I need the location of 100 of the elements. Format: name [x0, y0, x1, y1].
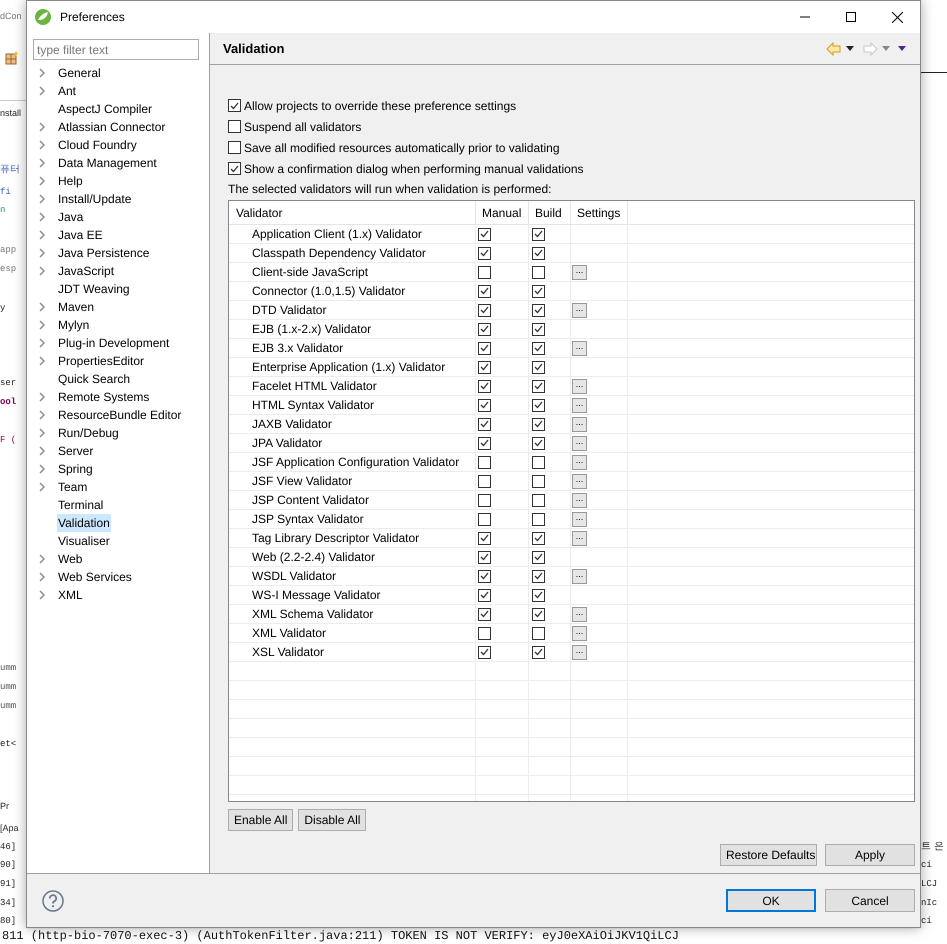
checkbox[interactable]	[532, 246, 545, 260]
tree-item[interactable]: Java EE	[57, 226, 104, 244]
checkbox[interactable]	[532, 266, 545, 278]
settings-button[interactable]: ...	[572, 398, 587, 412]
chevron-icon[interactable]	[39, 572, 46, 582]
tree-item[interactable]: Help	[57, 172, 84, 190]
page-button[interactable]: Apply	[825, 844, 915, 866]
tree-item[interactable]: Remote Systems	[57, 388, 150, 406]
settings-button[interactable]: ...	[572, 378, 587, 394]
checkbox[interactable]	[478, 626, 491, 640]
tree-item[interactable]: Web	[57, 550, 84, 568]
checkbox[interactable]	[478, 304, 491, 316]
tree-item[interactable]: Plug-in Development	[57, 334, 170, 352]
tree-item[interactable]: Maven	[57, 298, 96, 316]
chevron-icon[interactable]	[39, 428, 46, 438]
checkbox[interactable]	[478, 588, 491, 602]
tree-item[interactable]: Data Management	[57, 154, 158, 172]
chevron-icon[interactable]	[39, 392, 46, 402]
chevron-icon[interactable]	[39, 248, 46, 258]
checkbox[interactable]	[478, 512, 491, 526]
table-button[interactable]: Disable All	[298, 809, 366, 831]
settings-button[interactable]: ...	[572, 530, 587, 546]
checkbox[interactable]	[478, 456, 491, 468]
tree-item[interactable]: Web Services	[57, 568, 133, 586]
tree-item[interactable]: Install/Update	[57, 190, 132, 208]
maximize-icon[interactable]	[846, 12, 856, 22]
checkbox[interactable]	[532, 646, 545, 658]
checkbox[interactable]	[478, 342, 491, 354]
settings-button[interactable]: ...	[572, 626, 587, 640]
checkbox[interactable]	[532, 608, 545, 620]
checkbox[interactable]	[532, 626, 545, 640]
tree-item[interactable]: PropertiesEditor	[57, 352, 146, 370]
settings-button[interactable]: ...	[572, 568, 587, 584]
checkbox[interactable]	[478, 608, 491, 620]
page-button[interactable]: Restore Defaults	[720, 844, 817, 866]
tree-item[interactable]: Java	[57, 208, 84, 226]
checkbox[interactable]	[228, 162, 241, 175]
dropdown-icon[interactable]	[846, 46, 854, 51]
chevron-icon[interactable]	[39, 176, 46, 186]
checkbox[interactable]	[478, 398, 491, 412]
checkbox[interactable]	[478, 380, 491, 392]
checkbox[interactable]	[478, 646, 491, 658]
chevron-icon[interactable]	[39, 212, 46, 222]
tree-item[interactable]: Visualiser	[57, 532, 111, 550]
checkbox[interactable]	[532, 380, 545, 392]
tree-item[interactable]: Team	[57, 478, 88, 496]
checkbox[interactable]	[532, 532, 545, 544]
chevron-icon[interactable]	[39, 410, 46, 420]
checkbox[interactable]	[532, 436, 545, 450]
checkbox[interactable]	[478, 474, 491, 488]
checkbox[interactable]	[532, 304, 545, 316]
checkbox[interactable]	[532, 570, 545, 582]
checkbox[interactable]	[532, 322, 545, 336]
chevron-icon[interactable]	[39, 86, 46, 96]
tree-item[interactable]: Ant	[57, 82, 78, 100]
settings-button[interactable]: ...	[572, 644, 587, 660]
chevron-icon[interactable]	[39, 266, 46, 276]
tree-item[interactable]: Validation	[57, 514, 111, 532]
checkbox[interactable]	[228, 99, 241, 112]
checkbox[interactable]	[532, 588, 545, 602]
filter-field[interactable]: type filter text	[33, 39, 199, 60]
chevron-icon[interactable]	[39, 482, 46, 492]
settings-button[interactable]: ...	[572, 474, 587, 488]
settings-button[interactable]: ...	[572, 264, 587, 280]
chevron-icon[interactable]	[39, 230, 46, 240]
checkbox[interactable]	[532, 418, 545, 430]
checkbox[interactable]	[532, 512, 545, 526]
tree-item[interactable]: Mylyn	[57, 316, 90, 334]
checkbox[interactable]	[532, 228, 545, 240]
chevron-icon[interactable]	[39, 338, 46, 348]
checkbox[interactable]	[532, 284, 545, 298]
checkbox[interactable]	[478, 228, 491, 240]
tree-item[interactable]: Java Persistence	[57, 244, 150, 262]
chevron-icon[interactable]	[39, 68, 46, 78]
tree-item[interactable]: JavaScript	[57, 262, 116, 280]
checkbox[interactable]	[532, 550, 545, 564]
close-icon[interactable]	[892, 12, 902, 22]
checkbox[interactable]	[478, 284, 491, 298]
settings-button[interactable]: ...	[572, 512, 587, 526]
chevron-icon[interactable]	[39, 158, 46, 168]
tree-item[interactable]: Cloud Foundry	[57, 136, 138, 154]
chevron-icon[interactable]	[39, 590, 46, 600]
checkbox[interactable]	[532, 342, 545, 354]
checkbox[interactable]	[478, 550, 491, 564]
chevron-icon[interactable]	[39, 194, 46, 204]
checkbox[interactable]	[478, 246, 491, 260]
checkbox[interactable]	[478, 360, 491, 374]
checkbox[interactable]	[478, 570, 491, 582]
chevron-icon[interactable]	[39, 554, 46, 564]
tree-item[interactable]: Server	[57, 442, 94, 460]
tree-item[interactable]: Quick Search	[57, 370, 132, 388]
settings-button[interactable]: ...	[572, 436, 587, 450]
settings-button[interactable]: ...	[572, 454, 587, 470]
checkbox[interactable]	[532, 474, 545, 488]
tree-item[interactable]: Terminal	[57, 496, 104, 514]
checkbox[interactable]	[228, 141, 241, 154]
settings-button[interactable]: ...	[572, 302, 587, 318]
tree-item[interactable]: ResourceBundle Editor	[57, 406, 182, 424]
checkbox[interactable]	[228, 120, 241, 133]
tree-item[interactable]: AspectJ Compiler	[57, 100, 154, 118]
